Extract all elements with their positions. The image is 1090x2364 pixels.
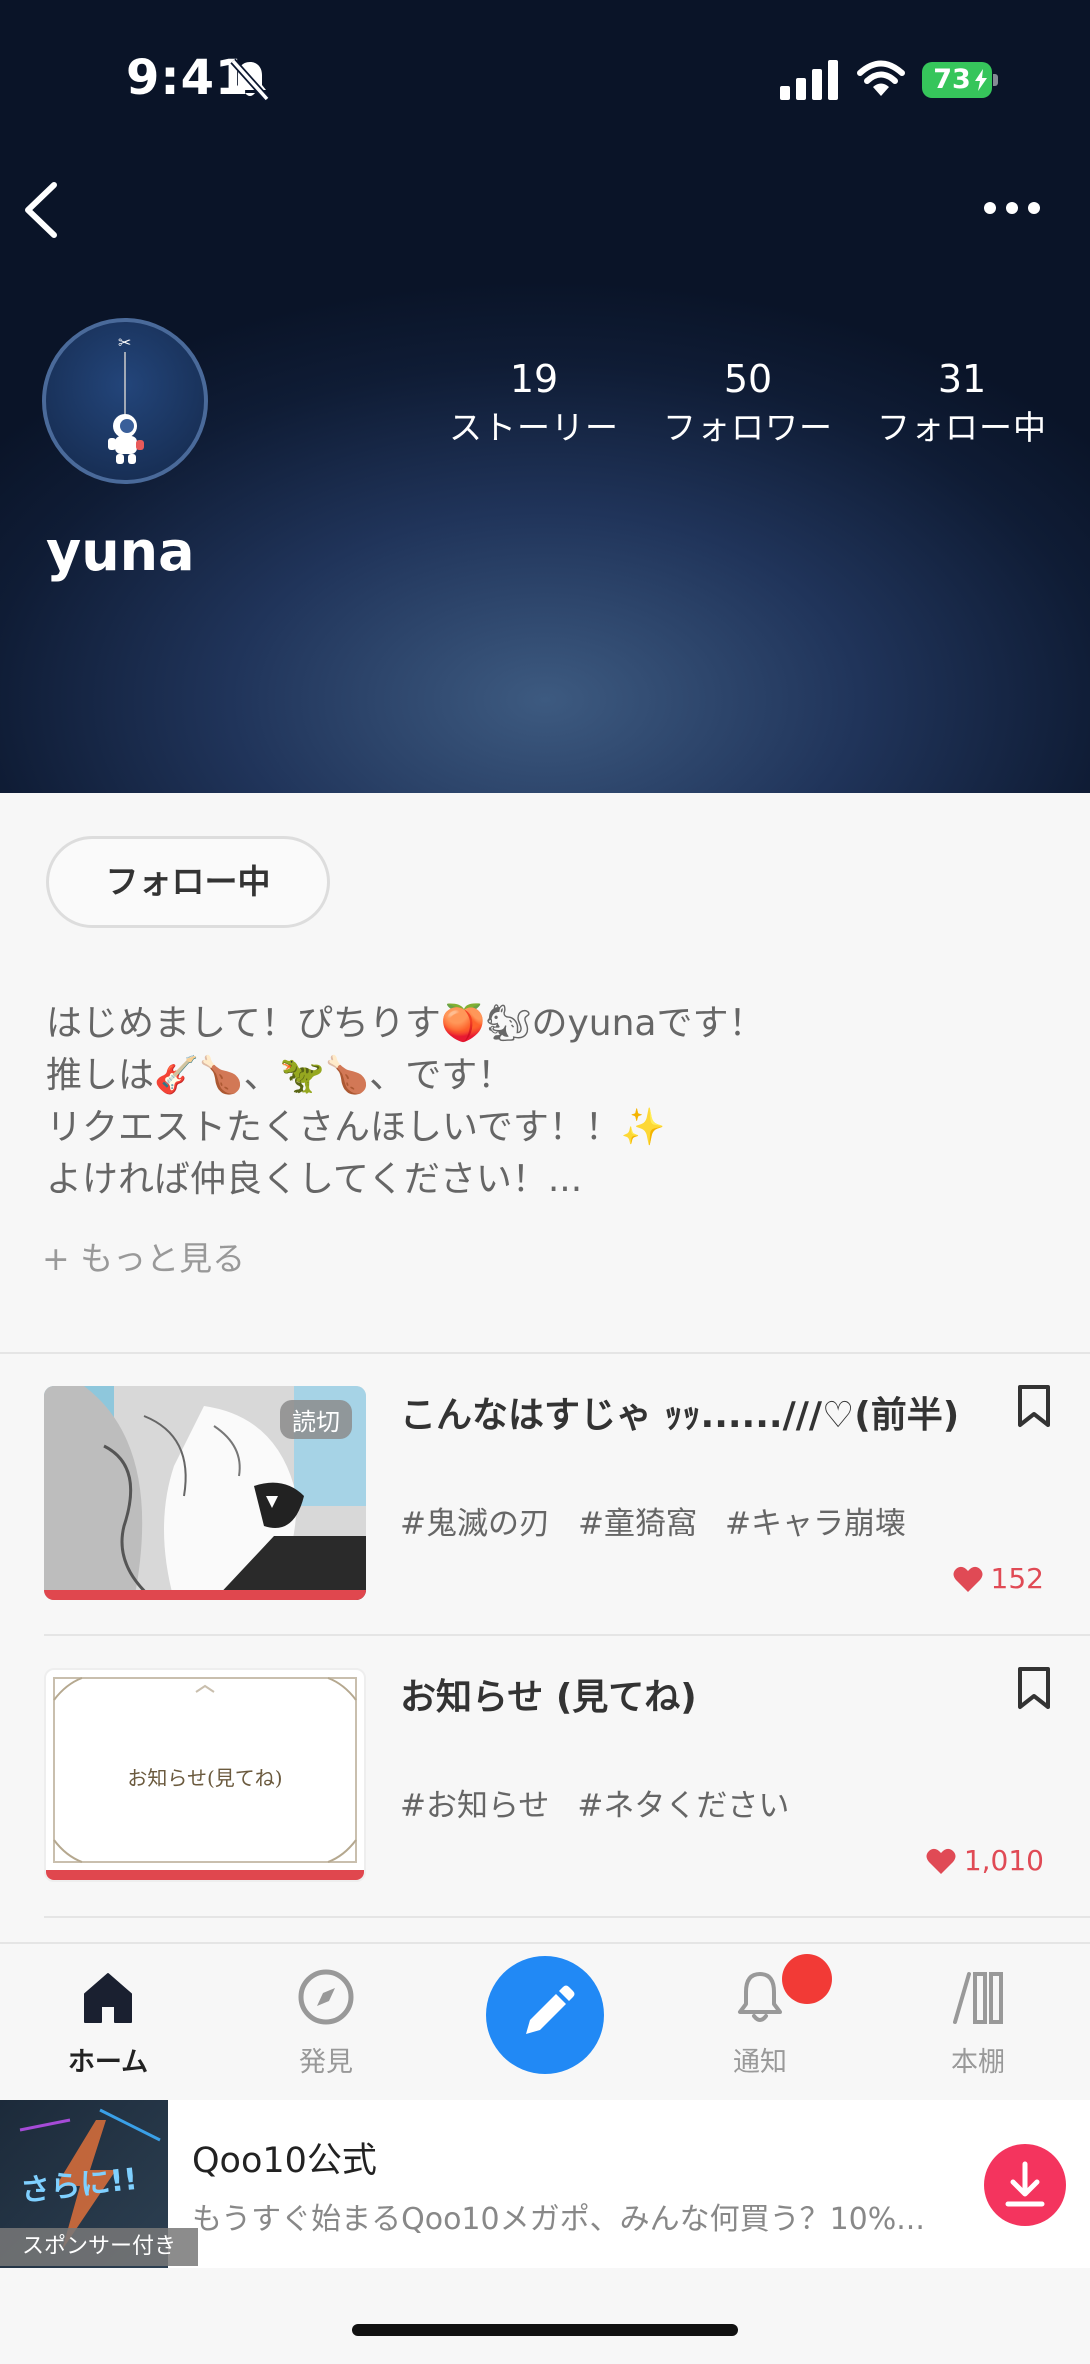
stat-following-count: 31 xyxy=(937,357,987,401)
more-options-icon[interactable] xyxy=(980,188,1044,228)
avatar[interactable]: ✂ xyxy=(42,318,208,484)
tag[interactable]: #童猗窩 xyxy=(578,1506,697,1542)
tag[interactable]: #キャラ崩壊 xyxy=(725,1506,906,1542)
stat-followers-label: フォロワー xyxy=(663,408,833,447)
sponsored-label: スポンサー付き xyxy=(0,2228,198,2266)
read-progress-bar xyxy=(46,1870,364,1880)
ad-title[interactable]: Qoo10公式 xyxy=(192,2132,377,2183)
battery-indicator: 73 xyxy=(922,62,998,98)
story-divider xyxy=(44,1916,1090,1918)
tab-home-label: ホーム xyxy=(67,2047,149,2078)
sponsored-banner[interactable]: さらに!! スポンサー付き Qoo10公式 もうすぐ始まるQoo10メガポ、みん… xyxy=(0,2100,1090,2268)
cellular-signal-icon xyxy=(780,60,838,100)
home-indicator xyxy=(352,2324,738,2336)
tab-home[interactable]: ホーム xyxy=(28,1964,188,2079)
story-thumbnail[interactable]: お知らせ(見てね) xyxy=(44,1668,366,1882)
write-button[interactable] xyxy=(486,1956,604,2074)
bookmark-icon[interactable] xyxy=(1016,1666,1052,1710)
compass-icon xyxy=(298,1969,354,2025)
stat-following-label: フォロー中 xyxy=(877,408,1047,447)
tab-discover-label: 発見 xyxy=(299,2047,353,2078)
like-count-value: 1,010 xyxy=(963,1844,1044,1877)
like-count: 152 xyxy=(953,1562,1044,1595)
tag[interactable]: #ネタください xyxy=(577,1788,789,1824)
astronaut-icon: ✂ xyxy=(108,333,144,464)
story-item[interactable]: 読切 こんなはすじゃ ｯｯ......///♡(前半) #鬼滅の刃 #童猗窩 #キャ… xyxy=(0,1384,1090,1666)
section-divider xyxy=(0,1352,1090,1354)
stat-following[interactable]: 31 フォロー中 xyxy=(874,352,1050,450)
bio: はじめまして！ぴちりす🍑🐿のyunaです！ 推しは🎸🍗、🦖🍗、です！ リクエスト… xyxy=(46,998,1046,1206)
heart-icon xyxy=(953,1566,983,1592)
tag[interactable]: #お知らせ xyxy=(400,1788,549,1824)
tab-notifications-label: 通知 xyxy=(733,2047,787,2078)
read-progress-bar xyxy=(44,1590,366,1600)
bottom-tab-bar: ホーム 発見 通知 本棚 xyxy=(0,1942,1090,2100)
tag[interactable]: #鬼滅の刃 xyxy=(400,1506,550,1542)
status-bar: 9:41 73 xyxy=(0,0,1090,160)
bookshelf-icon xyxy=(953,1972,1003,2024)
story-divider xyxy=(44,1634,1090,1636)
wifi-icon xyxy=(857,60,905,96)
story-tags: #鬼滅の刃 #童猗窩 #キャラ崩壊 xyxy=(400,1498,934,1543)
story-title[interactable]: お知らせ (見てね) xyxy=(400,1668,697,1720)
oneshot-badge: 読切 xyxy=(280,1400,352,1439)
story-title[interactable]: こんなはすじゃ ｯｯ......///♡(前半) xyxy=(400,1386,959,1438)
bio-line: リクエストたくさんほしいです！！✨ xyxy=(46,1107,666,1148)
notification-badge xyxy=(782,1954,832,2004)
stat-followers[interactable]: 50 フォロワー xyxy=(662,352,834,450)
bio-line: はじめまして！ぴちりす🍑🐿のyunaです！ xyxy=(46,1003,765,1044)
download-button[interactable] xyxy=(984,2144,1066,2226)
story-tags: #お知らせ #ネタください xyxy=(400,1780,817,1825)
story-thumbnail[interactable]: 読切 xyxy=(44,1386,366,1600)
heart-icon xyxy=(926,1848,956,1874)
show-more-link[interactable]: + もっと見る xyxy=(42,1232,245,1280)
home-icon xyxy=(84,1973,132,2023)
battery-level: 73 xyxy=(933,64,971,95)
following-button[interactable]: フォロー中 xyxy=(46,836,330,928)
download-icon xyxy=(1005,2161,1045,2207)
tab-discover[interactable]: 発見 xyxy=(246,1964,406,2079)
like-count: 1,010 xyxy=(926,1844,1044,1877)
like-count-value: 152 xyxy=(990,1562,1044,1595)
username: yuna xyxy=(46,520,195,583)
bio-line: よければ仲良くしてください！... xyxy=(46,1159,583,1200)
stat-followers-count: 50 xyxy=(723,357,773,401)
thumbnail-caption: お知らせ(見てね) xyxy=(127,1766,283,1790)
profile-header: 9:41 73 ✂ 19 ストーリー 50 フォロワー 31 フォロー中 yun… xyxy=(0,0,1090,793)
stat-stories-label: ストーリー xyxy=(449,408,619,447)
bookmark-icon[interactable] xyxy=(1016,1384,1052,1428)
stat-stories-count: 19 xyxy=(509,357,559,401)
back-icon[interactable] xyxy=(18,175,68,245)
ad-description: もうすぐ始まるQoo10メガポ、みんな何買う？10%... xyxy=(192,2202,925,2237)
bio-line: 推しは🎸🍗、🦖🍗、です！ xyxy=(46,1055,514,1096)
tab-bookshelf[interactable]: 本棚 xyxy=(898,1964,1058,2079)
svg-text:✂: ✂ xyxy=(118,333,131,352)
tab-bookshelf-label: 本棚 xyxy=(951,2047,1005,2078)
story-item[interactable]: お知らせ(見てね) お知らせ (見てね) #お知らせ #ネタください 1,010 xyxy=(0,1666,1090,1948)
bell-off-icon xyxy=(230,58,270,102)
pencil-icon xyxy=(526,1985,575,2034)
charging-bolt-icon xyxy=(975,69,987,91)
stat-stories[interactable]: 19 ストーリー xyxy=(446,352,622,450)
